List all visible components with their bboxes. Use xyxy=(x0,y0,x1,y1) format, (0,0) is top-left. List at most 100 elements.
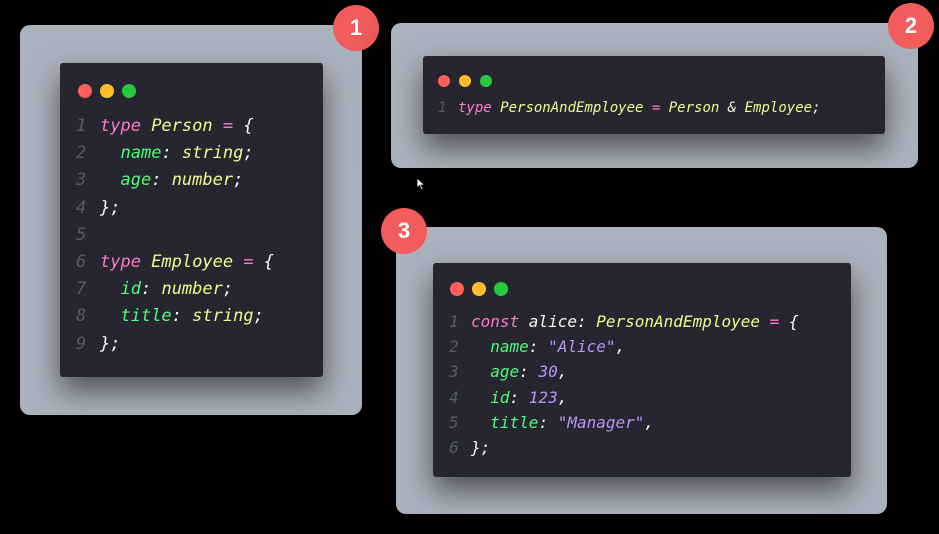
code-token: , xyxy=(557,362,568,382)
code-token: type xyxy=(458,100,501,116)
code-token: 30 xyxy=(538,362,558,382)
code-token: string xyxy=(192,306,254,327)
code-token: : xyxy=(528,337,549,357)
code-token: : xyxy=(171,306,193,327)
maximize-dot-icon xyxy=(480,75,492,87)
code-token: }; xyxy=(471,438,491,458)
code-token: ; xyxy=(233,170,244,191)
code-line: 8 title: string; xyxy=(76,303,274,330)
code-token: : xyxy=(151,170,172,191)
code-block-2: 1 type PersonAndEmployee = Person & Emplo… xyxy=(438,98,821,118)
close-dot-icon xyxy=(450,282,464,296)
code-token: id xyxy=(490,387,510,407)
code-token: age xyxy=(490,362,520,382)
code-token: }; xyxy=(100,333,121,354)
window-controls xyxy=(438,72,500,91)
code-token: , xyxy=(615,337,626,357)
line-number: 8 xyxy=(76,306,87,327)
code-editor-2: 1 type PersonAndEmployee = Person & Emplo… xyxy=(423,56,885,134)
line-number: 2 xyxy=(76,143,87,164)
code-line: 4 id: 123, xyxy=(449,385,799,410)
code-token: { xyxy=(263,252,275,273)
code-token: : xyxy=(576,312,597,331)
code-line: 6}; xyxy=(449,435,799,460)
code-token: name xyxy=(120,143,162,164)
code-token: ; xyxy=(222,279,234,300)
line-number: 5 xyxy=(449,412,459,432)
code-token: string xyxy=(181,143,244,164)
line-number: 1 xyxy=(438,100,447,116)
line-number: 1 xyxy=(76,116,87,136)
code-token: = xyxy=(760,312,789,331)
close-dot-icon xyxy=(78,84,92,98)
code-token: "Manager" xyxy=(557,412,645,432)
code-token: number xyxy=(171,170,234,191)
code-token: = xyxy=(643,100,669,116)
minimize-dot-icon xyxy=(459,75,471,87)
code-token: = xyxy=(212,116,244,136)
code-token: ; xyxy=(243,143,254,164)
code-token: Person xyxy=(668,100,720,116)
line-number: 5 xyxy=(76,224,87,245)
code-line: 3 age: number; xyxy=(76,167,274,194)
line-number: 9 xyxy=(76,333,87,354)
code-token: : xyxy=(538,412,558,432)
code-token: : xyxy=(519,362,539,382)
code-token: type xyxy=(100,116,152,136)
code-line: 1 type PersonAndEmployee = Person & Emplo… xyxy=(438,98,821,118)
code-line: 1 type Person = { xyxy=(76,113,274,140)
line-number: 6 xyxy=(449,438,459,458)
code-editor-3: 1 const alice: PersonAndEmployee = {2 nam… xyxy=(433,263,851,477)
code-line: 3 age: 30, xyxy=(449,359,799,384)
code-token: PersonAndEmployee xyxy=(500,100,644,116)
maximize-dot-icon xyxy=(122,84,136,98)
minimize-dot-icon xyxy=(100,84,114,98)
line-number: 6 xyxy=(76,252,87,273)
code-token: Employee xyxy=(151,252,234,273)
window-controls xyxy=(450,281,516,300)
code-token: title xyxy=(120,306,172,327)
code-token: , xyxy=(644,412,655,432)
code-token: number xyxy=(161,279,223,300)
code-token: "Alice" xyxy=(548,337,616,357)
step-badge-3: 3 xyxy=(381,208,427,254)
window-controls xyxy=(78,83,144,102)
code-token: const xyxy=(471,312,529,331)
line-number: 4 xyxy=(449,387,459,407)
code-token: : xyxy=(509,387,529,407)
code-editor-1: 1 type Person = {2 name: string; 3 age: nu… xyxy=(60,63,323,377)
code-token: ; xyxy=(253,306,264,327)
code-token: : xyxy=(140,279,162,300)
code-token: { xyxy=(788,312,799,331)
code-token: Employee xyxy=(744,100,813,116)
line-number: 4 xyxy=(76,197,87,218)
code-block-3: 1 const alice: PersonAndEmployee = {2 nam… xyxy=(449,309,799,460)
code-token: : xyxy=(161,143,182,164)
code-token: title xyxy=(490,412,539,432)
code-token: age xyxy=(120,170,152,191)
step-badge-1: 1 xyxy=(333,5,379,51)
mouse-cursor-icon xyxy=(416,177,426,191)
code-token: type xyxy=(100,252,152,273)
code-token: 123 xyxy=(528,387,558,407)
code-line: 2 name: string; xyxy=(76,140,274,167)
maximize-dot-icon xyxy=(494,282,508,296)
code-line: 5 xyxy=(76,222,274,249)
code-line: 6 type Employee = { xyxy=(76,249,274,276)
code-token: alice xyxy=(528,312,577,331)
code-token: }; xyxy=(100,197,121,218)
code-line: 1 const alice: PersonAndEmployee = { xyxy=(449,309,799,334)
code-line: 9}; xyxy=(76,331,274,358)
code-line: 2 name: "Alice", xyxy=(449,334,799,359)
minimize-dot-icon xyxy=(472,282,486,296)
close-dot-icon xyxy=(438,75,450,87)
line-number: 3 xyxy=(449,362,459,382)
code-line: 5 title: "Manager", xyxy=(449,410,799,435)
code-token: & xyxy=(719,100,745,116)
code-token: Person xyxy=(151,116,213,136)
line-number: 1 xyxy=(449,312,459,331)
